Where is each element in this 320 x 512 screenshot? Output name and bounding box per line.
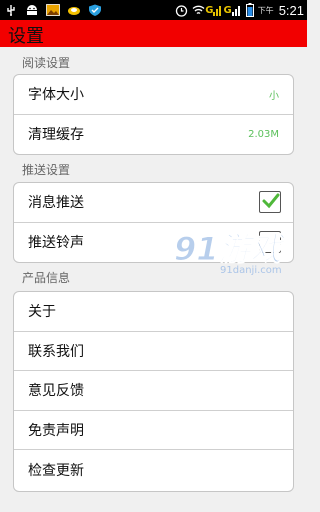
signal-icon <box>213 6 222 16</box>
image-icon <box>46 4 60 16</box>
section-label-reading: 阅读设置 <box>22 56 71 70</box>
product-info-group: 关于 联系我们 意见反馈 免责声明 检查更新 <box>13 291 294 492</box>
list-item-check-update[interactable]: 检查更新 <box>14 450 293 490</box>
font-size-label: 字体大小 <box>28 87 84 104</box>
section-label-push: 推送设置 <box>22 163 71 177</box>
wifi-icon <box>192 5 205 15</box>
push-ringtone-label: 推送铃声 <box>28 235 84 252</box>
watermark-logo: 91游戏 91danji.com <box>174 230 288 277</box>
reading-settings-group: 字体大小 小 清理缓存 2.03M <box>13 74 294 155</box>
notification-icons <box>4 2 109 18</box>
clear-cache-row[interactable]: 清理缓存 2.03M <box>14 115 293 155</box>
font-size-row[interactable]: 字体大小 小 <box>14 75 293 115</box>
cache-size-value: 2.03M <box>248 128 279 140</box>
section-label-product: 产品信息 <box>22 271 71 285</box>
battery-icon <box>245 3 254 17</box>
watermark-logo-text: 91游戏 <box>174 230 287 268</box>
shield-icon <box>89 4 101 16</box>
list-item-disclaimer[interactable]: 免责声明 <box>14 411 293 450</box>
android-icon <box>27 5 37 15</box>
am-pm-label: 下午 <box>257 5 274 15</box>
message-push-checkbox[interactable] <box>259 191 281 214</box>
network-type-1: G <box>205 4 214 16</box>
alarm-icon <box>176 4 188 17</box>
clear-cache-label: 清理缓存 <box>28 127 84 144</box>
bird-icon <box>68 7 80 15</box>
message-push-row[interactable]: 消息推送 <box>14 183 293 223</box>
checkmark-icon <box>262 193 280 209</box>
page-title: 设置 <box>8 26 44 47</box>
usb-icon <box>7 5 15 16</box>
list-item-feedback[interactable]: 意见反馈 <box>14 371 293 411</box>
font-size-value: 小 <box>269 90 279 102</box>
list-item-about[interactable]: 关于 <box>14 292 293 332</box>
about-label: 关于 <box>28 304 56 321</box>
check-update-label: 检查更新 <box>28 462 84 479</box>
message-push-label: 消息推送 <box>28 195 84 212</box>
signal-icon-2 <box>231 6 240 16</box>
disclaimer-label: 免责声明 <box>28 422 84 439</box>
watermark-url: 91danji.com <box>220 265 282 276</box>
contact-us-label: 联系我们 <box>28 343 84 360</box>
status-bar: G G 下午 5:21 <box>0 0 307 20</box>
list-item-contact-us[interactable]: 联系我们 <box>14 332 293 371</box>
system-icons: G G 下午 5:21 <box>171 1 304 19</box>
clock: 5:21 <box>278 2 304 18</box>
title-bar: 设置 <box>0 20 307 47</box>
feedback-label: 意见反馈 <box>28 383 84 400</box>
network-type-2: G <box>223 4 232 16</box>
